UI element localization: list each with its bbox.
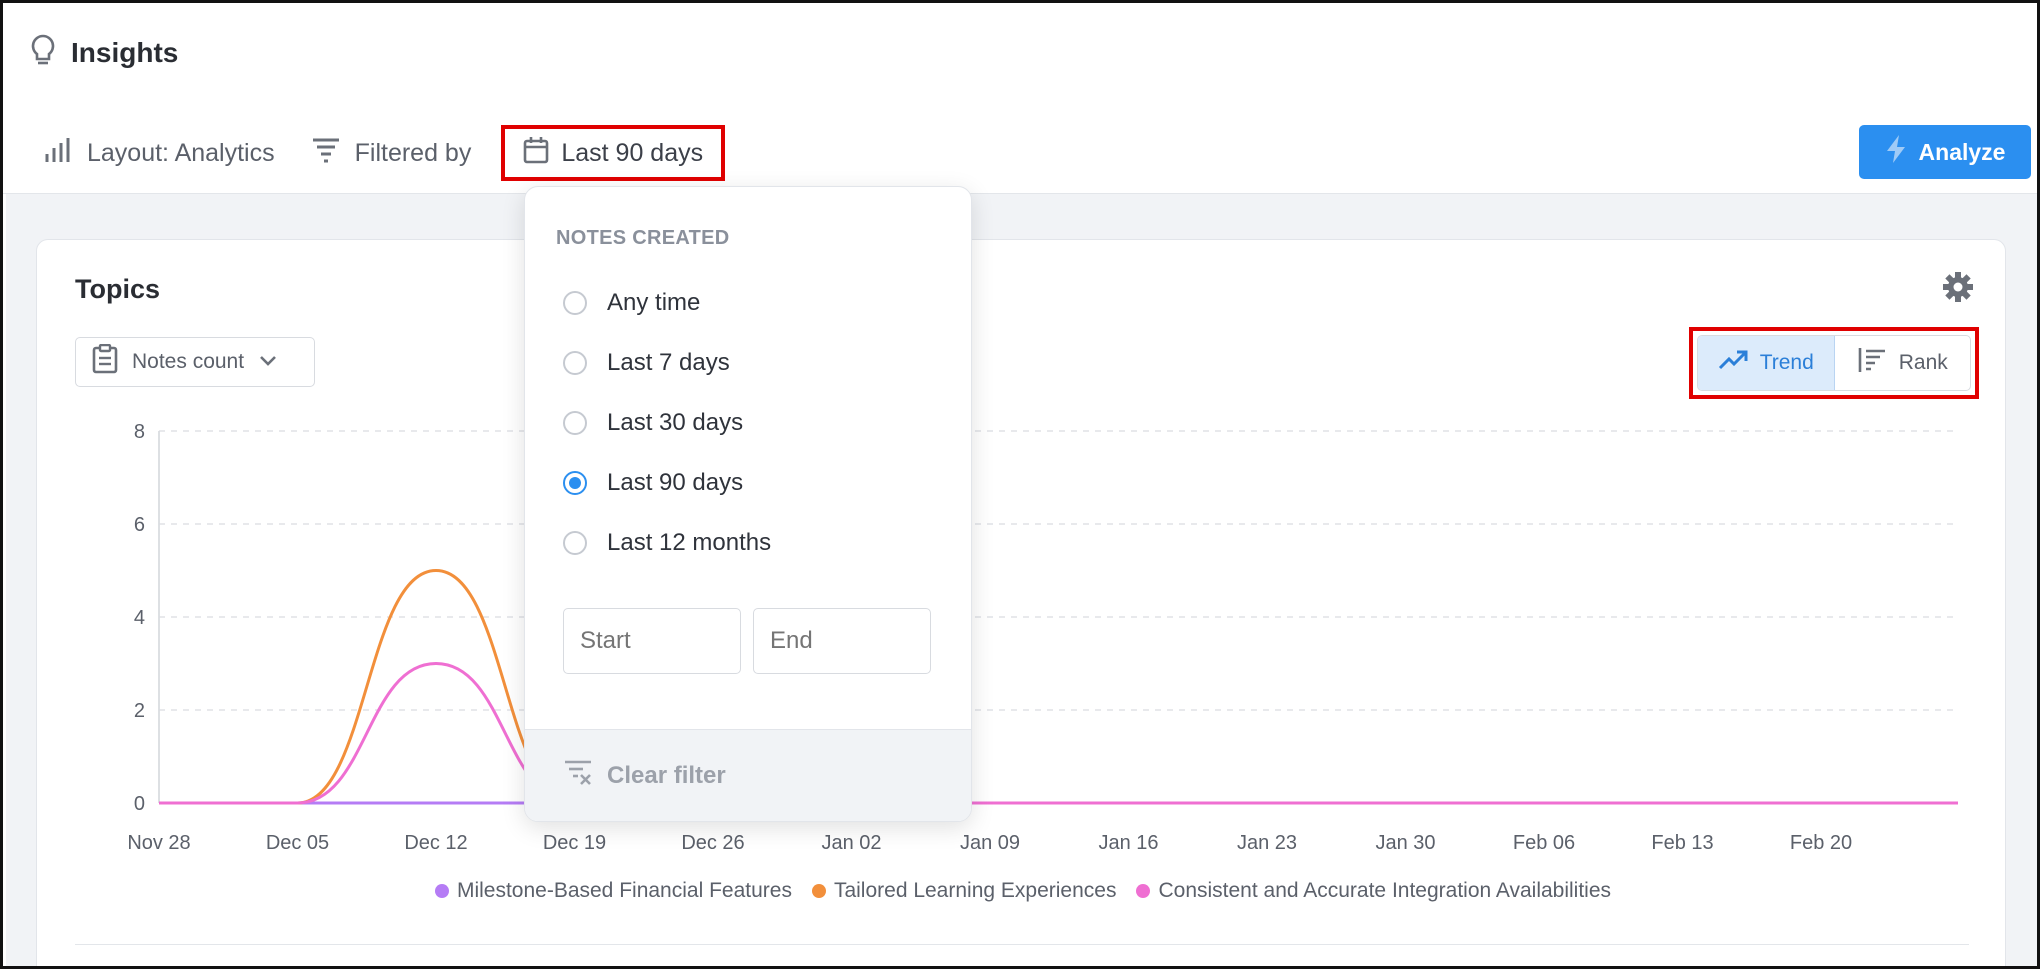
radio-last-30-days[interactable]	[563, 411, 587, 435]
option-label: Last 30 days	[607, 409, 744, 436]
x-tick-label: Dec 12	[404, 832, 467, 854]
x-tick-label: Dec 19	[543, 832, 606, 854]
legend-label: Tailored Learning Experiences	[833, 879, 1117, 902]
y-tick-label: 0	[134, 793, 145, 815]
trend-chart: 0 2 4 6 8 Nov 28 Dec 05 Dec 12 Dec 19 Dec 26 Jan 0…	[127, 421, 1958, 854]
legend-dot	[434, 884, 449, 898]
legend-label: Consistent and Accurate Integration Avai…	[1158, 879, 1612, 902]
popup-heading: NOTES CREATED	[556, 227, 730, 249]
option-label: Last 90 days	[607, 469, 744, 496]
legend-dot	[811, 884, 826, 898]
option-label: Last 12 months	[607, 529, 772, 556]
legend-item[interactable]: Milestone-Based Financial Features	[434, 879, 792, 903]
x-tick-label: Dec 05	[266, 832, 329, 854]
end-date-input[interactable]	[753, 608, 931, 674]
x-tick-label: Jan 23	[1237, 832, 1297, 854]
x-tick-label: Jan 30	[1375, 832, 1435, 854]
x-tick-label: Jan 16	[1098, 832, 1158, 854]
date-filter-popup: NOTES CREATED Any time Last 7 days Last …	[524, 186, 972, 822]
legend-item[interactable]: Tailored Learning Experiences	[811, 879, 1117, 903]
x-tick-label: Dec 26	[681, 832, 744, 854]
x-tick-label: Nov 28	[127, 832, 190, 854]
y-tick-label: 2	[134, 700, 145, 722]
option-last-90-days[interactable]: Last 90 days	[563, 469, 743, 497]
option-last-30-days[interactable]: Last 30 days	[563, 409, 743, 437]
series-line	[159, 568, 1958, 805]
series-line	[159, 661, 1958, 805]
option-label: Last 7 days	[607, 349, 730, 376]
x-tick-label: Feb 06	[1513, 832, 1575, 854]
start-date-input[interactable]	[563, 608, 741, 674]
option-any-time[interactable]: Any time	[563, 289, 700, 317]
radio-last-90-days[interactable]	[563, 471, 587, 495]
clear-filter-icon	[563, 757, 593, 794]
y-tick-label: 4	[134, 607, 145, 629]
legend-item[interactable]: Consistent and Accurate Integration Avai…	[1136, 879, 1611, 903]
radio-any-time[interactable]	[563, 291, 587, 315]
x-tick-label: Feb 20	[1790, 832, 1852, 854]
radio-last-12-months[interactable]	[563, 531, 587, 555]
option-label: Any time	[607, 289, 701, 316]
y-tick-label: 8	[134, 421, 145, 443]
x-tick-label: Feb 13	[1651, 832, 1713, 854]
clear-filter-label: Clear filter	[607, 761, 726, 789]
y-tick-label: 6	[134, 514, 145, 536]
option-last-12-months[interactable]: Last 12 months	[563, 529, 771, 557]
legend-label: Milestone-Based Financial Features	[456, 879, 792, 902]
radio-last-7-days[interactable]	[563, 351, 587, 375]
x-tick-label: Jan 02	[821, 832, 881, 854]
chart-legend: Milestone-Based Financial Features Tailor…	[3, 879, 2037, 903]
legend-dot	[1136, 884, 1151, 898]
x-tick-label: Jan 09	[960, 832, 1020, 854]
option-last-7-days[interactable]: Last 7 days	[563, 349, 730, 377]
clear-filter-button[interactable]: Clear filter	[525, 729, 971, 821]
app-window: Insights Layout: Analytics Filtered by L…	[0, 0, 2040, 969]
